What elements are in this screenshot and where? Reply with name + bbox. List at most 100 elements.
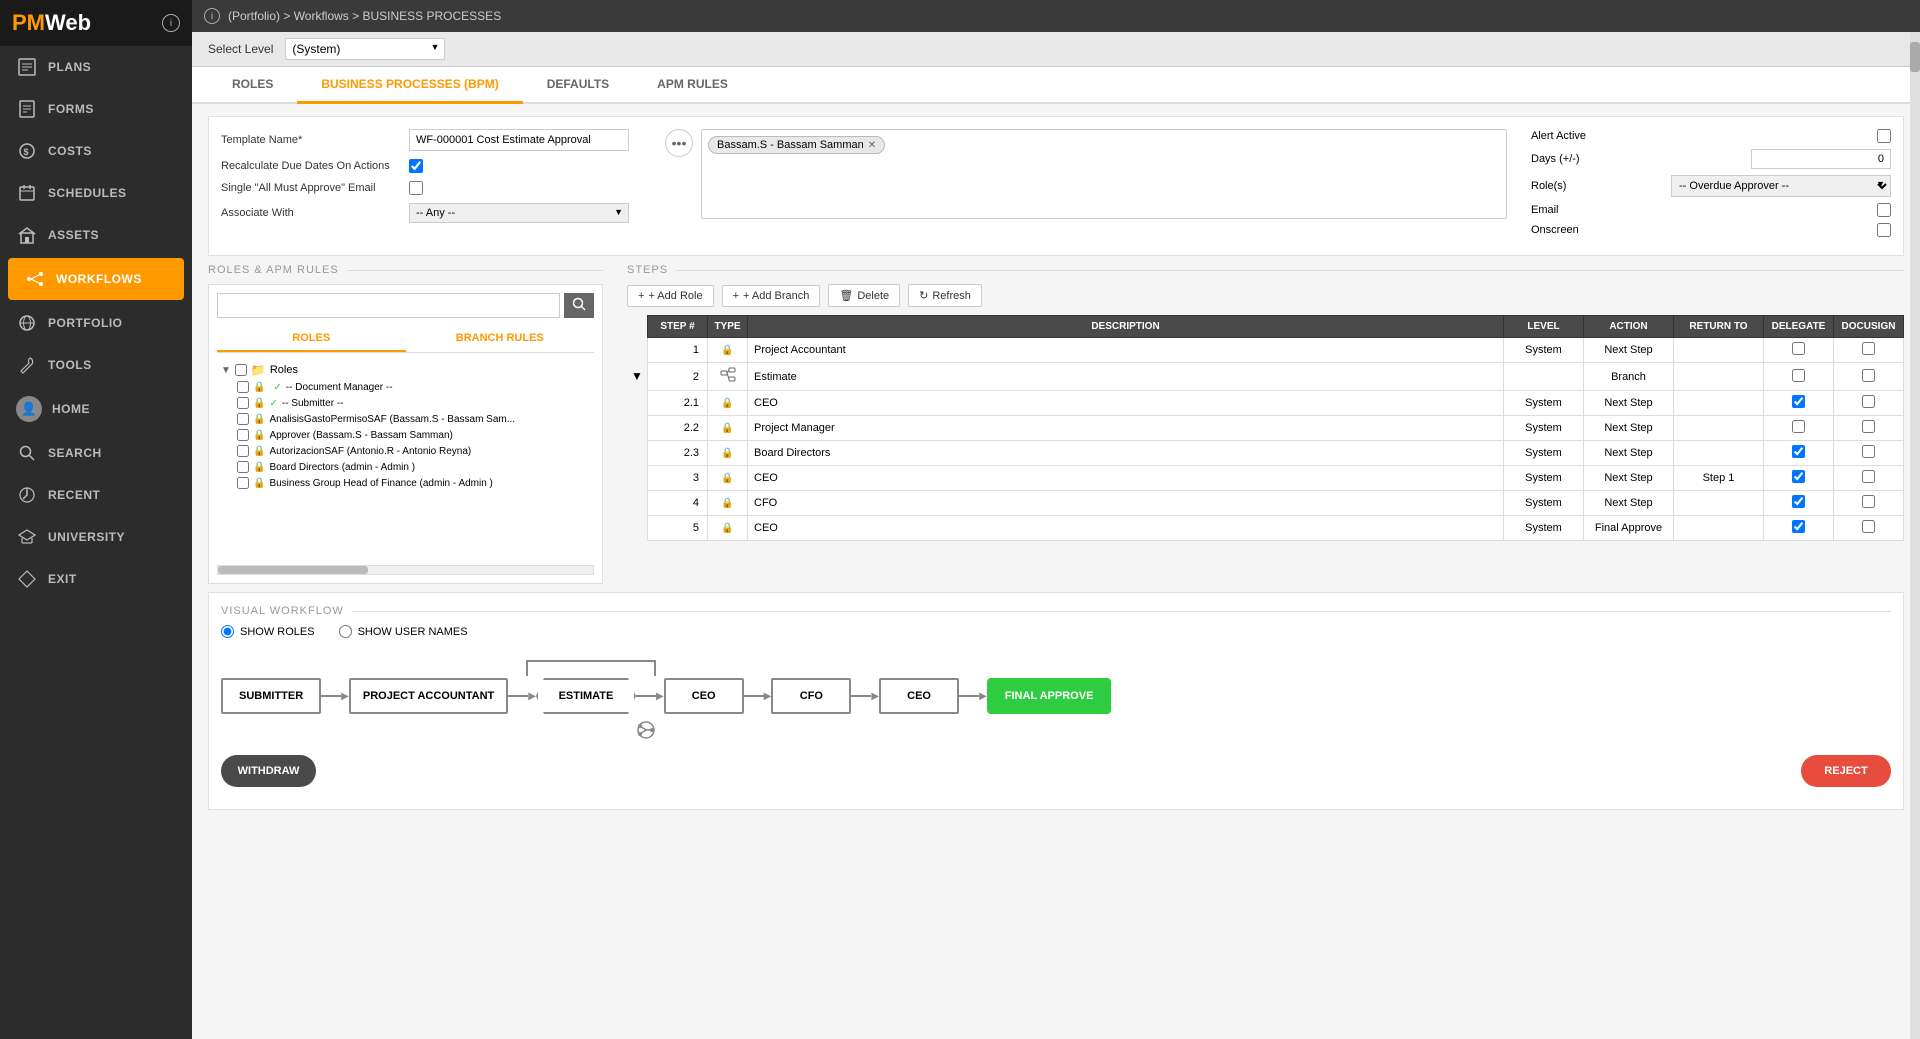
assignees-area[interactable]: Bassam.S - Bassam Samman ✕ — [701, 129, 1507, 219]
tree-collapse-icon[interactable]: ▼ — [221, 365, 231, 376]
tree-item-6[interactable]: 🔒 Business Group Head of Finance (admin … — [217, 475, 594, 491]
template-name-input[interactable] — [409, 129, 629, 151]
tree-item-1[interactable]: 🔒 ✓ -- Submitter -- — [217, 395, 594, 411]
associate-with-select[interactable]: -- Any -- — [409, 203, 629, 223]
sidebar-item-recent[interactable]: RECENT — [0, 474, 192, 516]
tree-item-check-6[interactable] — [237, 477, 249, 489]
cell-type-2 — [708, 363, 748, 391]
sidebar-item-forms[interactable]: FORMS — [0, 88, 192, 130]
topbar-info-icon[interactable]: i — [204, 8, 220, 24]
tree-item-3[interactable]: 🔒 Approver (Bassam.S - Bassam Samman) — [217, 427, 594, 443]
docusign-check-3[interactable] — [1862, 470, 1875, 483]
role-select-wrapper[interactable]: -- Overdue Approver -- — [1671, 175, 1891, 197]
delegate-check-21[interactable] — [1792, 395, 1805, 408]
delegate-check-4[interactable] — [1792, 495, 1805, 508]
horizontal-scrollbar[interactable] — [217, 565, 594, 575]
sidebar-item-costs[interactable]: $ COSTS — [0, 130, 192, 172]
cell-type-22: 🔒 — [708, 416, 748, 441]
docusign-check-21[interactable] — [1862, 395, 1875, 408]
expand-column: ▼ — [627, 315, 647, 541]
tree-item-4[interactable]: 🔒 AutorizacionSAF (Antonio.R - Antonio R… — [217, 443, 594, 459]
radio-show-roles[interactable]: SHOW ROLES — [221, 625, 315, 638]
level-select-wrapper[interactable]: (System) Project Portfolio — [285, 38, 445, 60]
svg-text:$: $ — [24, 147, 30, 157]
sidebar-item-workflows[interactable]: WORKFLOWS — [8, 258, 184, 300]
recalculate-checkbox[interactable] — [409, 159, 423, 173]
tab-bpm[interactable]: BUSINESS PROCESSES (BPM) — [297, 67, 522, 104]
docusign-check-2[interactable] — [1862, 369, 1875, 382]
delegate-check-1[interactable] — [1792, 342, 1805, 355]
add-role-button[interactable]: + + Add Role — [627, 285, 714, 307]
sidebar-item-plans[interactable]: PLANS — [0, 46, 192, 88]
roles-search-input[interactable] — [217, 293, 560, 318]
delegate-check-23[interactable] — [1792, 445, 1805, 458]
docusign-check-23[interactable] — [1862, 445, 1875, 458]
tree-item-check-5[interactable] — [237, 461, 249, 473]
tree-item-check-0[interactable] — [237, 381, 249, 393]
radio-usernames-input[interactable] — [339, 625, 352, 638]
sidebar-item-search[interactable]: SEARCH — [0, 432, 192, 474]
docusign-check-4[interactable] — [1862, 495, 1875, 508]
docusign-check-1[interactable] — [1862, 342, 1875, 355]
radio-show-user-names[interactable]: SHOW USER NAMES — [339, 625, 468, 638]
cell-step-23: 2.3 — [648, 441, 708, 466]
table-row: 2.3 🔒 Board Directors System Next Step — [648, 441, 1904, 466]
sub-tab-roles[interactable]: ROLES — [217, 326, 406, 352]
tab-defaults[interactable]: DEFAULTS — [523, 67, 633, 104]
tree-item-5[interactable]: 🔒 Board Directors (admin - Admin ) — [217, 459, 594, 475]
sidebar-item-schedules[interactable]: SCHEDULES — [0, 172, 192, 214]
tree-item-check-2[interactable] — [237, 413, 249, 425]
radio-roles-input[interactable] — [221, 625, 234, 638]
right-scrollbar[interactable] — [1910, 32, 1920, 1039]
delete-button[interactable]: 🗑 Delete — [828, 284, 900, 307]
sidebar-item-exit[interactable]: EXIT — [0, 558, 192, 600]
search-button[interactable] — [564, 293, 594, 318]
sub-tab-branch-rules[interactable]: BRANCH RULES — [406, 326, 595, 352]
cell-step-3: 3 — [648, 466, 708, 491]
info-icon[interactable]: i — [162, 14, 180, 32]
tree-item-0[interactable]: 🔒 ✓ -- Document Manager -- — [217, 379, 594, 395]
email-checkbox[interactable] — [1877, 203, 1891, 217]
sidebar-item-portfolio[interactable]: PORTFOLIO — [0, 302, 192, 344]
row-expand-2[interactable]: ▼ — [627, 365, 647, 387]
single-email-checkbox[interactable] — [409, 181, 423, 195]
tree-item-check-1[interactable] — [237, 397, 249, 409]
associate-with-wrapper[interactable]: -- Any -- — [409, 203, 629, 223]
lock-icon-21: 🔒 — [721, 398, 733, 409]
tree-item-check-4[interactable] — [237, 445, 249, 457]
tree-root-checkbox[interactable] — [235, 364, 247, 376]
sidebar-item-tools[interactable]: TOOLS — [0, 344, 192, 386]
sidebar-item-assets[interactable]: ASSETS — [0, 214, 192, 256]
tab-apm-rules[interactable]: APM RULES — [633, 67, 752, 104]
cell-type-3: 🔒 — [708, 466, 748, 491]
docusign-check-22[interactable] — [1862, 420, 1875, 433]
delegate-check-2[interactable] — [1792, 369, 1805, 382]
delegate-check-22[interactable] — [1792, 420, 1805, 433]
radio-usernames-label: SHOW USER NAMES — [358, 626, 468, 638]
delegate-check-3[interactable] — [1792, 470, 1805, 483]
delegate-check-5[interactable] — [1792, 520, 1805, 533]
tree-root[interactable]: ▼ 📁 Roles — [217, 361, 594, 379]
days-input[interactable] — [1751, 149, 1891, 169]
tree-item-2[interactable]: 🔒 AnalisisGastoPermisoSAF (Bassam.S - Ba… — [217, 411, 594, 427]
assets-icon — [16, 224, 38, 246]
cell-docusign-22 — [1834, 416, 1904, 441]
dots-button[interactable]: ••• — [665, 129, 693, 157]
level-select[interactable]: (System) Project Portfolio — [285, 38, 445, 60]
alert-active-checkbox[interactable] — [1877, 129, 1891, 143]
overdue-approver-select[interactable]: -- Overdue Approver -- — [1671, 175, 1891, 197]
right-form: Alert Active Days (+/-) Role(s) -- Overd… — [1531, 129, 1891, 243]
cell-delegate-23 — [1764, 441, 1834, 466]
onscreen-checkbox[interactable] — [1877, 223, 1891, 237]
add-branch-button[interactable]: + + Add Branch — [722, 285, 821, 307]
sidebar-item-home[interactable]: 👤 HOME — [0, 386, 192, 432]
col-type: TYPE — [708, 316, 748, 338]
alert-active-row: Alert Active — [1531, 129, 1891, 143]
tree-item-check-3[interactable] — [237, 429, 249, 441]
tab-roles[interactable]: ROLES — [208, 67, 297, 104]
tag-remove-btn[interactable]: ✕ — [868, 140, 876, 151]
sidebar-item-university[interactable]: UNIVERSITY — [0, 516, 192, 558]
wf-bottom-row: WITHDRAW REJECT — [221, 755, 1891, 787]
refresh-button[interactable]: ↻ Refresh — [908, 284, 982, 307]
docusign-check-5[interactable] — [1862, 520, 1875, 533]
